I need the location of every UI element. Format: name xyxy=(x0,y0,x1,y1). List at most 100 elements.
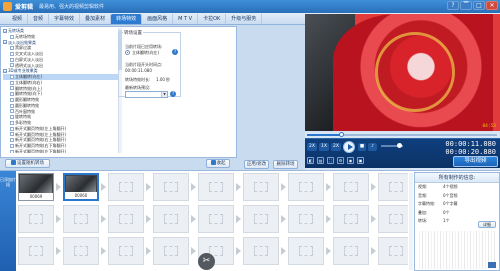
tab-video[interactable]: 视频 xyxy=(7,14,29,24)
transition-slot-arrow-icon[interactable] xyxy=(189,205,198,233)
apply-modify-button[interactable]: 应用/修改 xyxy=(244,160,269,169)
duration-value[interactable]: 1.00 xyxy=(156,77,165,82)
transition-slot-arrow-icon[interactable] xyxy=(99,237,108,265)
transition-slot-arrow-icon[interactable] xyxy=(324,173,333,201)
details-button[interactable]: 详细 xyxy=(478,221,496,228)
empty-clip-slot[interactable] xyxy=(153,237,189,265)
transition-slot-arrow-icon[interactable] xyxy=(234,237,243,265)
tab-upgrade[interactable]: 升级与服务 xyxy=(226,14,263,24)
progress-handle[interactable] xyxy=(339,132,345,137)
transition-slot-arrow-icon[interactable] xyxy=(279,205,288,233)
effect-checkbox[interactable] xyxy=(10,80,14,85)
transition-slot-arrow-icon[interactable] xyxy=(369,173,378,201)
tab-picture-style[interactable]: 画面风格 xyxy=(142,14,174,24)
transition-slot-arrow-icon[interactable] xyxy=(324,237,333,265)
empty-clip-slot[interactable] xyxy=(153,173,189,201)
effect-checkbox[interactable] xyxy=(10,132,14,137)
collapse-toggle-icon[interactable]: − xyxy=(3,28,7,33)
empty-clip-slot[interactable] xyxy=(153,205,189,233)
empty-clip-slot[interactable] xyxy=(108,205,144,233)
current-transition-radio[interactable] xyxy=(125,50,130,55)
export-video-button[interactable]: 导出视频 xyxy=(453,156,498,167)
snapshot-icon[interactable]: ◧ xyxy=(307,157,314,164)
settings-icon[interactable]: ⚙ xyxy=(337,157,344,164)
volume-icon[interactable]: ♪ xyxy=(368,143,377,151)
empty-clip-slot[interactable] xyxy=(108,173,144,201)
chevron-down-icon[interactable]: ▼ xyxy=(161,92,167,97)
folder-icon[interactable]: ▤ xyxy=(317,157,324,164)
transition-slot-arrow-icon[interactable] xyxy=(234,173,243,201)
tab-subtitle-effects[interactable]: 字幕特效 xyxy=(49,14,81,24)
minimize-button[interactable]: ▔ xyxy=(460,1,472,10)
empty-clip-slot[interactable] xyxy=(378,205,408,233)
random-transition-button[interactable]: 设置随机转场 xyxy=(5,159,50,168)
empty-clip-slot[interactable] xyxy=(333,173,369,201)
effect-checkbox[interactable] xyxy=(10,74,14,79)
effect-checkbox[interactable] xyxy=(10,51,14,56)
effect-checkbox[interactable] xyxy=(10,34,14,39)
transition-slot-arrow-icon[interactable] xyxy=(54,205,63,233)
effect-checkbox[interactable] xyxy=(10,149,14,153)
empty-clip-slot[interactable] xyxy=(63,205,99,233)
transition-slot-arrow-icon[interactable] xyxy=(189,237,198,265)
effect-checkbox[interactable] xyxy=(10,46,14,51)
transition-slot-arrow-icon[interactable] xyxy=(279,173,288,201)
effect-checkbox[interactable] xyxy=(10,120,14,125)
effect-checkbox[interactable] xyxy=(10,86,14,91)
empty-clip-slot[interactable] xyxy=(378,237,408,265)
effect-checkbox[interactable] xyxy=(10,92,14,97)
transition-slot-arrow-icon[interactable] xyxy=(54,237,63,265)
timeline-scrollbar[interactable] xyxy=(409,173,413,270)
tab-mtv[interactable]: M T V xyxy=(173,14,199,24)
transition-slot-arrow-icon[interactable] xyxy=(369,205,378,233)
tab-transitions[interactable]: 转场特效 xyxy=(111,14,143,24)
collapse-toggle-icon[interactable]: − xyxy=(3,69,7,74)
transition-slot-arrow-icon[interactable] xyxy=(234,205,243,233)
tab-audio[interactable]: 音频 xyxy=(28,14,50,24)
maximize-button[interactable]: □ xyxy=(473,1,485,10)
playback-progress[interactable] xyxy=(305,132,500,137)
speed-slow-button[interactable]: 2X xyxy=(307,143,317,151)
volume-handle[interactable] xyxy=(397,143,402,148)
effect-checkbox[interactable] xyxy=(10,109,14,114)
speed-fast-button[interactable]: 2X xyxy=(331,143,341,151)
empty-clip-slot[interactable] xyxy=(63,237,99,265)
empty-clip-slot[interactable] xyxy=(288,237,324,265)
empty-clip-slot[interactable] xyxy=(288,205,324,233)
transition-slot-arrow-icon[interactable] xyxy=(324,205,333,233)
effect-checkbox[interactable] xyxy=(10,97,14,102)
transition-slot-arrow-icon[interactable] xyxy=(279,237,288,265)
speed-normal-button[interactable]: 1X xyxy=(319,143,329,151)
crop-icon[interactable]: ▣ xyxy=(357,157,364,164)
empty-clip-slot[interactable] xyxy=(198,205,234,233)
transition-slot-arrow-icon[interactable] xyxy=(369,237,378,265)
clip-thumbnail[interactable]: 00060 xyxy=(63,173,99,201)
preset-select[interactable]: ▼ xyxy=(125,91,168,98)
empty-clip-slot[interactable] xyxy=(108,237,144,265)
clip-thumbnail[interactable]: 00069 xyxy=(18,173,54,201)
transition-slot-arrow-icon[interactable] xyxy=(144,173,153,201)
empty-clip-slot[interactable] xyxy=(333,205,369,233)
video-preview[interactable]: 04:53 xyxy=(305,14,500,131)
transition-slot-arrow-icon[interactable] xyxy=(144,237,153,265)
effect-checkbox[interactable] xyxy=(10,57,14,62)
empty-clip-slot[interactable] xyxy=(288,173,324,201)
camera-icon[interactable]: ◉ xyxy=(347,157,354,164)
transition-slot-arrow-icon[interactable] xyxy=(99,173,108,201)
fullscreen-icon[interactable]: ⛶ xyxy=(327,157,334,164)
empty-clip-slot[interactable] xyxy=(198,173,234,201)
effect-checkbox[interactable] xyxy=(10,103,14,108)
effect-checkbox[interactable] xyxy=(10,126,14,131)
scissors-icon[interactable]: ✂ xyxy=(198,253,215,270)
close-button[interactable]: ✕ xyxy=(486,1,498,10)
transition-slot-arrow-icon[interactable] xyxy=(99,205,108,233)
help-icon[interactable]: ? xyxy=(170,91,176,97)
effect-checkbox[interactable] xyxy=(10,115,14,120)
help-button[interactable]: ? xyxy=(447,1,459,10)
transition-slot-arrow-icon[interactable] xyxy=(189,173,198,201)
effect-checkbox[interactable] xyxy=(10,63,14,68)
empty-clip-slot[interactable] xyxy=(243,205,279,233)
transition-slot-arrow-icon[interactable] xyxy=(54,173,63,201)
tab-karaoke[interactable]: 卡拉OK xyxy=(198,14,227,24)
empty-clip-slot[interactable] xyxy=(333,237,369,265)
